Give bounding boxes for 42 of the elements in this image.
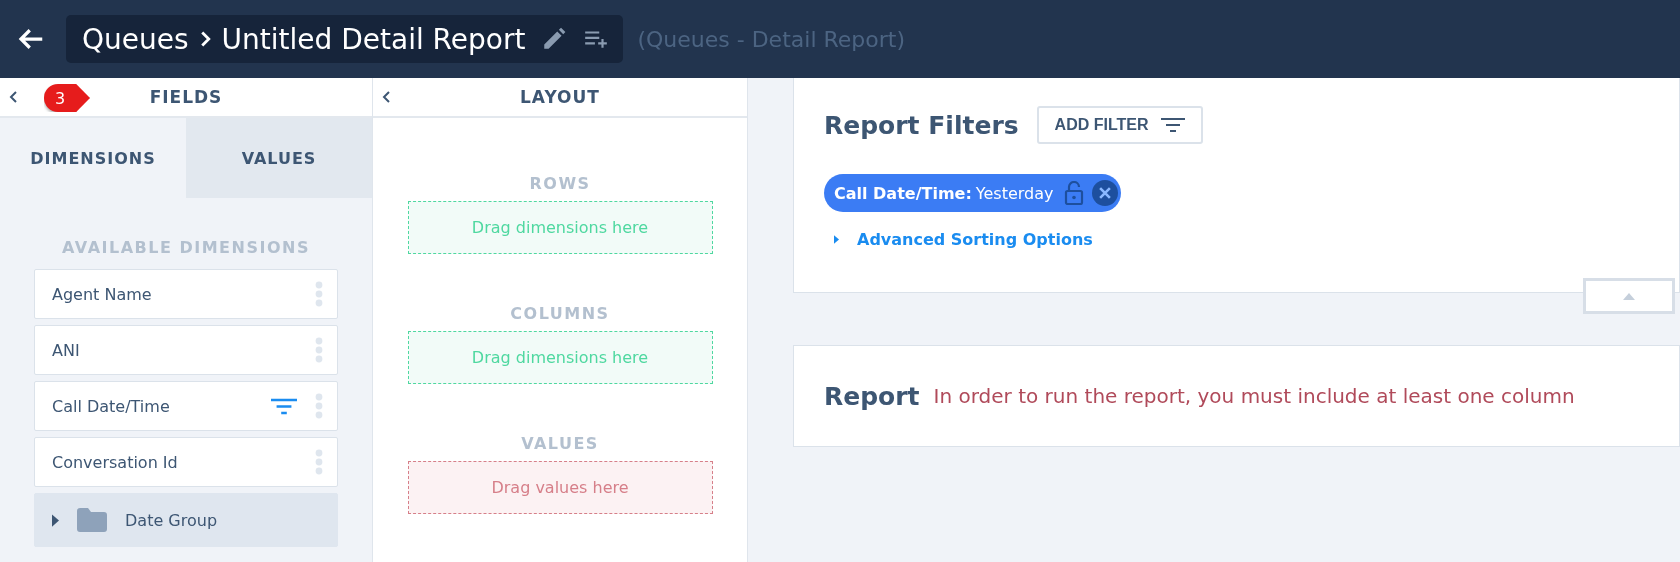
unlocked-padlock-icon[interactable] xyxy=(1063,181,1084,205)
breadcrumb-link[interactable]: Queues xyxy=(82,22,189,56)
card-title: Report Filters xyxy=(824,110,1019,140)
step-callout-badge: 3 xyxy=(44,84,90,112)
error-message: In order to run the report, you must include at least one column xyxy=(933,384,1575,408)
expand-triangle-icon xyxy=(834,235,839,244)
collapse-chevron-icon[interactable] xyxy=(382,90,392,104)
zone-label: VALUES xyxy=(521,434,599,453)
drag-handle-icon[interactable] xyxy=(315,393,323,419)
collapse-chevron-icon[interactable] xyxy=(9,90,19,104)
report-title: Untitled Detail Report xyxy=(221,22,526,56)
zone-label: COLUMNS xyxy=(510,304,610,323)
filter-icon xyxy=(1160,117,1185,133)
chip-value: Yesterday xyxy=(975,183,1054,203)
group-label: Date Group xyxy=(125,510,219,530)
drag-handle-icon[interactable] xyxy=(315,281,323,307)
dimension-item[interactable]: ANI xyxy=(34,325,338,375)
dimension-item[interactable]: Agent Name xyxy=(34,269,338,319)
advanced-sorting-link[interactable]: Advanced Sorting Options xyxy=(834,230,1093,249)
add-filter-button[interactable]: ADD FILTER xyxy=(1036,106,1203,144)
panel-title: LAYOUT xyxy=(520,87,600,107)
drag-handle-icon[interactable] xyxy=(315,449,323,475)
panel-title: FIELDS xyxy=(149,87,223,107)
folder-icon xyxy=(77,508,107,532)
dimension-label: Agent Name xyxy=(52,284,153,304)
section-label: AVAILABLE DIMENSIONS xyxy=(61,238,311,257)
chevron-right-icon xyxy=(198,30,212,48)
dimension-label: Conversation Id xyxy=(52,452,179,472)
drag-handle-icon[interactable] xyxy=(315,337,323,363)
pencil-icon[interactable] xyxy=(541,26,568,52)
card-title: Report xyxy=(824,381,920,411)
dimension-item[interactable]: Call Date/Time xyxy=(34,381,338,431)
expand-triangle-icon xyxy=(52,513,59,527)
dimension-label: ANI xyxy=(52,340,81,360)
filter-chip[interactable]: Call Date/Time: Yesterday xyxy=(824,174,1121,212)
dimension-label: Call Date/Time xyxy=(52,396,171,416)
dimension-group[interactable]: Date Group xyxy=(34,493,338,547)
chip-field-name: Call Date/Time: xyxy=(834,183,972,203)
panel-tab[interactable]: VALUES xyxy=(186,118,372,198)
zone-label: ROWS xyxy=(529,174,591,193)
dimension-item[interactable]: Conversation Id xyxy=(34,437,338,487)
remove-icon[interactable] xyxy=(1091,180,1118,206)
